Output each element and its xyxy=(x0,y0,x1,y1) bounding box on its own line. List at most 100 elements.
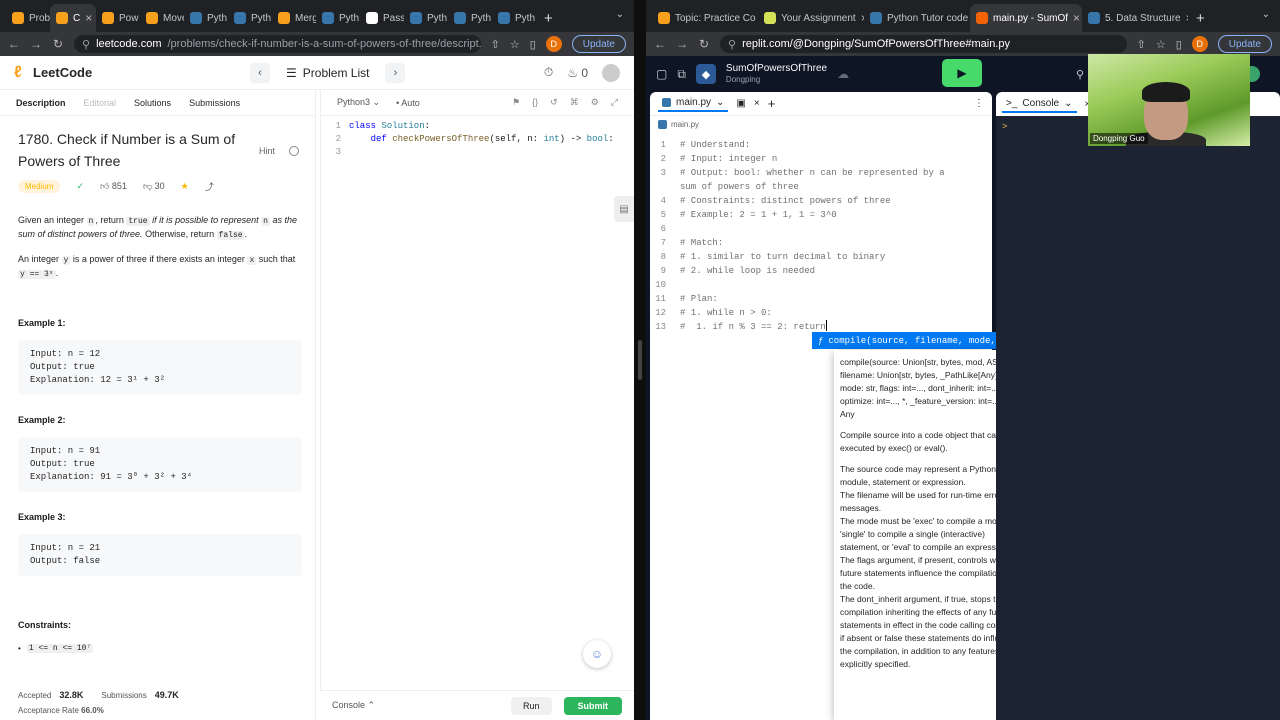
tab-close-icon[interactable]: × xyxy=(1073,11,1080,25)
console-output[interactable]: > xyxy=(996,116,1280,720)
next-problem-button[interactable]: › xyxy=(385,62,406,83)
window-divider[interactable] xyxy=(634,0,646,720)
breadcrumb-file[interactable]: main.py xyxy=(671,120,699,129)
browser-tab-3[interactable]: Move xyxy=(140,4,184,32)
code-token: : xyxy=(608,134,614,144)
favorite-star-icon[interactable]: ★ xyxy=(181,181,189,192)
tab-editorial[interactable]: Editorial xyxy=(84,94,117,112)
url-field[interactable]: ⚲ leetcode.com/problems/check-if-number-… xyxy=(74,35,481,53)
tab-title: Pyth xyxy=(471,12,492,24)
run-button[interactable]: Run xyxy=(510,696,552,715)
reset-icon[interactable]: ↺ xyxy=(550,97,558,108)
bookmark-star-icon[interactable]: ☆ xyxy=(510,38,520,51)
sidebar-icon[interactable]: ▯ xyxy=(1176,38,1182,51)
tab-submissions[interactable]: Submissions xyxy=(189,94,240,112)
feedback-chat-icon[interactable]: ☺ xyxy=(583,640,611,668)
browser-tab-5[interactable]: Pyth xyxy=(228,4,272,32)
python-repl-icon[interactable]: ◆ xyxy=(695,64,716,84)
file-tab-main[interactable]: main.py ⌄ xyxy=(658,95,729,112)
browser-tab-4[interactable]: Pyth xyxy=(184,4,228,32)
browser-tab-1[interactable]: Your Assignment× xyxy=(758,4,864,32)
back-icon[interactable]: ← xyxy=(8,37,20,51)
browser-tab-4[interactable]: 5. Data Structure× xyxy=(1082,4,1188,32)
reload-icon[interactable]: ↻ xyxy=(52,37,64,51)
braces-icon[interactable]: {} xyxy=(532,97,538,108)
browser-tab-3[interactable]: main.py - SumOf × xyxy=(970,4,1082,32)
settings-gear-icon[interactable]: ⚙ xyxy=(591,97,599,108)
site-favicon-icon xyxy=(658,12,670,24)
browser-tab-0[interactable]: Prob xyxy=(6,4,50,32)
run-button[interactable]: ▶ xyxy=(942,59,982,87)
sidebar-icon[interactable]: ▯ xyxy=(530,38,536,51)
search-icon[interactable]: ⚲ xyxy=(1076,68,1084,81)
update-button[interactable]: Update xyxy=(1217,35,1272,53)
browser-tab-0[interactable]: Topic: Practice Co× xyxy=(652,4,758,32)
tab-solutions[interactable]: Solutions xyxy=(134,94,171,112)
update-button[interactable]: Update xyxy=(571,35,626,53)
browser-tab-10[interactable]: Pyth xyxy=(448,4,492,32)
share-link-icon[interactable]: ⤴ xyxy=(205,180,214,193)
like-button[interactable]: 👍︎ 851 xyxy=(100,181,127,192)
fullscreen-icon[interactable]: ⤢ xyxy=(611,97,618,108)
language-select[interactable]: Python3 ⌄ xyxy=(337,97,380,108)
side-notes-icon[interactable]: ▤ xyxy=(614,196,634,222)
tab-search-chevron-icon[interactable]: ⌄ xyxy=(616,9,624,20)
timer-icon[interactable]: ⏱ xyxy=(544,65,553,80)
tab-title: Your Assignment xyxy=(781,12,856,24)
browser-tab-2[interactable]: Python Tutor code× xyxy=(864,4,970,32)
hint-button[interactable]: Hint xyxy=(259,146,275,156)
divider-grip[interactable] xyxy=(638,340,642,380)
tab-description[interactable]: Description xyxy=(16,94,66,112)
submit-button[interactable]: Submit xyxy=(563,696,622,715)
shortcut-icon[interactable]: ⌘ xyxy=(570,97,579,108)
dislike-button[interactable]: 👎︎ 30 xyxy=(143,181,165,192)
new-tab-plus-icon[interactable]: + xyxy=(536,4,561,32)
browser-tab-1[interactable]: C × xyxy=(50,4,96,32)
right-tab-strip: Topic: Practice Co×Your Assignment×Pytho… xyxy=(646,0,1280,32)
console-tab[interactable]: >_ Console ⌄ xyxy=(1002,96,1077,113)
bookmark-star-icon[interactable]: ☆ xyxy=(1156,38,1166,51)
new-tab-plus-icon[interactable]: + xyxy=(1188,4,1213,32)
leetcode-logo[interactable]: ℓ LeetCode xyxy=(14,64,92,81)
replit-browser-window: Topic: Practice Co×Your Assignment×Pytho… xyxy=(646,0,1280,720)
browser-tab-2[interactable]: Pow xyxy=(96,4,140,32)
browser-tab-7[interactable]: Pyth xyxy=(316,4,360,32)
share-icon[interactable]: ⇧ xyxy=(1137,38,1146,51)
browser-tab-8[interactable]: Pass xyxy=(360,4,404,32)
tab-search-chevron-icon[interactable]: ⌄ xyxy=(1262,9,1270,20)
split-view-icon[interactable]: ▣ xyxy=(736,98,745,109)
profile-avatar[interactable]: D xyxy=(545,36,562,52)
browser-tab-6[interactable]: Merg xyxy=(272,4,316,32)
code-line: 11 # Plan: xyxy=(650,292,992,306)
streak-counter[interactable]: ♨ 0 xyxy=(567,66,588,80)
browser-tab-11[interactable]: Pyth xyxy=(492,4,536,32)
repl-title[interactable]: SumOfPowersOfThree Dongping xyxy=(726,63,827,85)
close-icon[interactable]: × xyxy=(754,98,760,109)
site-info-icon[interactable]: ⚲ xyxy=(728,38,736,51)
forward-icon[interactable]: → xyxy=(676,37,688,51)
statement-text: if it is possible to represent xyxy=(149,215,262,225)
leetcode-code-area[interactable]: 1 class Solution: 2 def checkPowersOfThree… xyxy=(321,120,634,159)
replit-home-icon[interactable]: ⧉ xyxy=(677,67,686,82)
profile-avatar[interactable]: D xyxy=(1191,36,1208,52)
editor-footer: Console ⌃ Run Submit xyxy=(320,690,634,720)
tab-close-icon[interactable]: × xyxy=(85,11,92,25)
browser-tab-9[interactable]: Pyth xyxy=(404,4,448,32)
url-field[interactable]: ⚲ replit.com/@Dongping/SumOfPowersOfThre… xyxy=(720,35,1127,53)
new-tab-plus-icon[interactable]: + xyxy=(768,96,776,111)
bookmark-icon[interactable]: ⚑ xyxy=(512,97,520,108)
hint-toggle-icon[interactable] xyxy=(289,146,299,156)
user-avatar[interactable] xyxy=(602,63,620,82)
forward-icon[interactable]: → xyxy=(30,37,42,51)
prev-problem-button[interactable]: ‹ xyxy=(250,62,270,83)
replit-code-area[interactable]: 1 # Understand: 2 # Input: integer n 3 # Outp… xyxy=(650,138,992,334)
console-toggle[interactable]: Console ⌃ xyxy=(332,700,375,711)
more-options-icon[interactable]: ⋮ xyxy=(974,98,984,109)
autocomplete-mode[interactable]: • Auto xyxy=(396,98,420,108)
site-info-icon[interactable]: ⚲ xyxy=(82,38,90,51)
sidebar-toggle-icon[interactable]: ▢ xyxy=(656,67,667,81)
share-icon[interactable]: ⇧ xyxy=(491,38,500,51)
reload-icon[interactable]: ↻ xyxy=(698,37,710,51)
problem-list-button[interactable]: ☰ Problem List xyxy=(280,66,375,80)
back-icon[interactable]: ← xyxy=(654,37,666,51)
